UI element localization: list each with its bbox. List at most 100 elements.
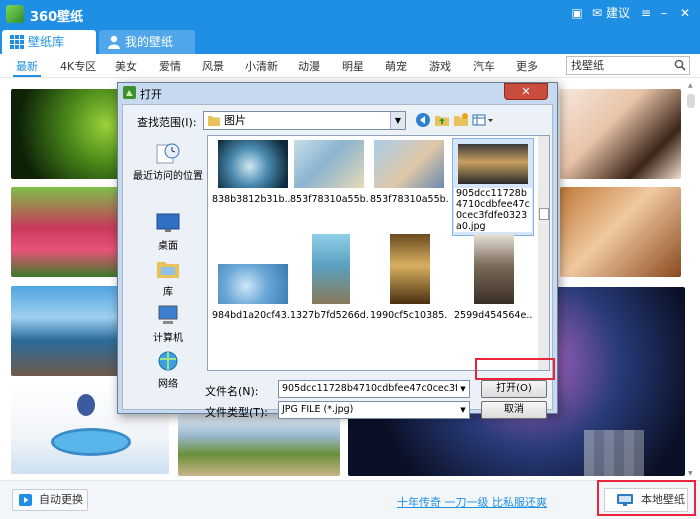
folder-icon [208,116,220,126]
file-thumbnail [374,140,444,188]
category-scenery[interactable]: 风景 [202,58,224,74]
place-desktop[interactable]: 桌面 [131,211,205,252]
promo-link[interactable]: 十年传奇 一刀一级 比私服还爽 [397,494,547,510]
file-name: 2599d454564e... [454,310,532,321]
file-name: 984bd1a20cf43... [212,310,290,321]
app-titlebar: 360壁纸 ▣ ✉ 建议 ≡ – ✕ [0,0,700,28]
file-thumbnail [312,234,350,304]
file-thumbnail [390,234,430,304]
file-list-scrollbar[interactable] [538,136,549,370]
search-text: 找壁纸 [571,59,604,72]
chevron-down-icon[interactable]: ▼ [457,381,469,397]
file-name: 905dcc11728b4710cdbfee47c0cec3fdfe0323a0… [454,188,532,232]
app-icon [123,86,136,99]
file-name-field[interactable]: 905dcc11728b4710cdbfee47c0cec3fdfe032 ▼ [278,380,470,398]
category-fresh[interactable]: 小清新 [245,58,278,74]
file-name-value: 905dcc11728b4710cdbfee47c0cec3fdfe032 [282,383,469,394]
category-celebrity[interactable]: 明星 [342,58,364,74]
feedback-link[interactable]: 建议 [604,4,632,22]
minimize-icon[interactable]: – [657,4,671,22]
places-bar: 最近访问的位置 桌面 库 计算机 网络 [131,135,205,390]
tab-wallpaper-library[interactable]: 壁纸库 [2,30,96,54]
tab-my-wallpaper[interactable]: 我的壁纸 [99,30,195,54]
category-pets[interactable]: 萌宠 [385,58,407,74]
pool-shape [51,428,131,456]
auto-change-button[interactable]: 自动更换 [12,489,88,511]
library-icon [157,262,179,278]
search-input[interactable]: 找壁纸 [566,56,690,75]
place-libraries[interactable]: 库 [131,257,205,298]
scroll-down-icon[interactable]: ▼ [688,470,694,477]
dialog-title: 打开 [140,88,162,101]
wallpaper-thumb[interactable] [560,187,681,277]
back-icon[interactable] [415,112,431,128]
category-games[interactable]: 游戏 [429,58,451,74]
category-4k[interactable]: 4K专区 [60,58,96,74]
file-name: 1990cf5c10385... [370,310,448,321]
app-logo-icon [6,5,24,23]
place-network[interactable]: 网络 [131,349,205,390]
look-in-label: 查找范围(I): [137,116,197,129]
up-folder-icon[interactable] [434,112,450,128]
place-label: 计算机 [153,333,183,344]
category-anime[interactable]: 动漫 [298,58,320,74]
file-name: 853f78310a55b... [290,194,368,205]
place-computer[interactable]: 计算机 [131,303,205,344]
file-thumbnail [218,264,288,304]
file-thumbnail [458,144,528,184]
wallpaper-thumb[interactable] [178,414,340,476]
place-label: 最近访问的位置 [133,171,203,182]
category-latest[interactable]: 最新 [16,58,38,74]
auto-change-label: 自动更换 [39,493,83,506]
view-menu-icon[interactable] [472,112,494,128]
place-recent[interactable]: 最近访问的位置 [131,141,205,182]
active-category-underline [13,75,41,77]
file-name: 853f78310a55b... [370,194,448,205]
look-in-value: 图片 [224,114,246,127]
file-thumbnail [218,140,288,188]
close-icon[interactable]: ✕ [678,4,692,22]
chevron-down-icon[interactable]: ▼ [390,112,405,129]
close-icon: ✕ [521,85,531,98]
dialog-close-button[interactable]: ✕ [504,83,548,100]
file-list[interactable]: 838b3812b31b... 853f78310a55b... 853f783… [207,135,550,371]
grid-icon [10,35,24,49]
place-label: 桌面 [158,241,178,252]
app-title: 360壁纸 [30,10,84,25]
highlight-box [597,480,696,516]
feedback-icon[interactable]: ✉ [590,4,604,22]
open-button[interactable]: 打开(O) [481,380,547,398]
desktop-icon [156,213,180,232]
chevron-down-icon[interactable]: ▼ [457,402,469,418]
category-cars[interactable]: 汽车 [473,58,495,74]
play-icon [19,494,32,506]
category-love[interactable]: 爱情 [159,58,181,74]
category-beauty[interactable]: 美女 [115,58,137,74]
file-type-value: JPG FILE (*.jpg) [282,404,354,415]
category-more[interactable]: 更多 [516,58,538,74]
tab-label: 壁纸库 [28,35,65,49]
bottom-bar: 自动更换 十年传奇 一刀一级 比私服还爽 本地壁纸 [0,480,700,519]
scroll-thumb[interactable] [539,208,549,220]
file-name: 1327b7fd5266d... [290,310,368,321]
scroll-thumb[interactable] [687,94,695,108]
new-folder-icon[interactable] [453,112,469,128]
file-type-label: 文件类型(T): [205,406,269,419]
file-name-label: 文件名(N): [205,385,259,398]
category-bar: 最新 4K专区 美女 爱情 风景 小清新 动漫 明星 萌宠 游戏 汽车 更多 找… [0,54,700,78]
dialog-titlebar: 打开 ✕ [118,83,557,103]
file-type-select[interactable]: JPG FILE (*.jpg) ▼ [278,401,470,419]
search-icon[interactable] [674,59,686,71]
wallpaper-thumb[interactable] [560,89,681,179]
gallery-scrollbar[interactable]: ▲ ▼ [686,82,696,478]
file-thumbnail [474,234,514,304]
user-icon [108,35,120,49]
network-icon [158,351,178,371]
place-label: 网络 [158,379,178,390]
tab-label: 我的壁纸 [125,35,174,49]
skin-icon[interactable]: ▣ [569,4,585,22]
scroll-up-icon[interactable]: ▲ [688,82,694,89]
look-in-combo[interactable]: 图片 ▼ [203,111,406,130]
menu-icon[interactable]: ≡ [639,4,653,22]
cancel-button[interactable]: 取消 [481,401,547,419]
